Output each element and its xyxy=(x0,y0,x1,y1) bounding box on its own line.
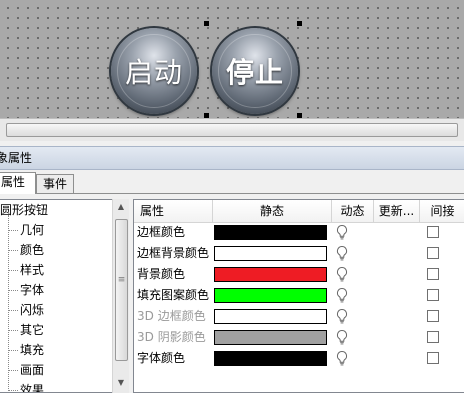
column-header-update[interactable]: 更新... xyxy=(374,200,420,222)
tree-vertical-scrollbar[interactable]: ▲ ≡ ▼ xyxy=(112,199,129,393)
start-round-button[interactable]: 启动 xyxy=(111,28,197,114)
tree-item[interactable]: 样式 xyxy=(7,260,45,280)
indirect-checkbox[interactable] xyxy=(427,226,439,238)
property-name: 3D 阴影颜色 xyxy=(137,330,206,344)
tree-item[interactable]: 画面 xyxy=(7,360,45,380)
property-name: 边框颜色 xyxy=(137,225,186,239)
tree-item-label: 颜色 xyxy=(20,243,45,257)
canvas-horizontal-scrollbar[interactable] xyxy=(0,118,464,141)
indirect-checkbox[interactable] xyxy=(427,331,439,343)
property-name: 边框背景颜色 xyxy=(137,246,210,260)
color-swatch[interactable] xyxy=(214,288,327,303)
column-header-label: 动态 xyxy=(340,204,365,218)
table-row[interactable]: 边框颜色 xyxy=(134,222,464,243)
tree-item-label: 几何 xyxy=(20,223,45,237)
selection-handle-top-right[interactable] xyxy=(297,21,302,26)
indirect-checkbox[interactable] xyxy=(427,289,439,301)
tree-item-label: 闪烁 xyxy=(20,303,45,317)
column-header-label: 属性 xyxy=(140,204,165,218)
scroll-down-arrow-icon[interactable]: ▼ xyxy=(113,376,129,390)
tree-root-round-button[interactable]: 圆形按钮 xyxy=(0,200,48,220)
tree-item[interactable]: 其它 xyxy=(7,320,45,340)
stop-button-label: 停止 xyxy=(225,56,284,89)
property-name: 背景颜色 xyxy=(137,267,186,281)
color-swatch[interactable] xyxy=(214,267,327,282)
property-name: 字体颜色 xyxy=(137,351,186,365)
tree-item[interactable]: 字体 xyxy=(7,280,45,300)
tree-item[interactable]: 闪烁 xyxy=(7,300,45,320)
tree-item-label: 字体 xyxy=(20,283,45,297)
tree-item[interactable]: 效果 xyxy=(7,380,45,393)
stop-round-button[interactable]: 停止 xyxy=(212,28,298,114)
table-row[interactable]: 3D 边框颜色 xyxy=(134,306,464,327)
tree-item-label: 效果 xyxy=(20,383,45,393)
column-header-label: 更新... xyxy=(378,204,415,218)
tree-item-label: 画面 xyxy=(20,363,45,377)
lightbulb-icon[interactable] xyxy=(335,245,349,262)
column-header-label: 间接 xyxy=(430,204,455,218)
property-name: 填充图案颜色 xyxy=(137,288,210,302)
table-row[interactable]: 边框背景颜色 xyxy=(134,243,464,264)
column-header-property[interactable]: 属性 xyxy=(134,200,213,222)
lightbulb-icon[interactable] xyxy=(335,350,349,367)
table-row[interactable]: 字体颜色 xyxy=(134,348,464,369)
tree-item-label: 样式 xyxy=(20,263,45,277)
selection-handle-top-left[interactable] xyxy=(204,21,209,26)
tab-events-label: 事件 xyxy=(43,177,68,191)
color-swatch[interactable] xyxy=(214,309,327,324)
indirect-checkbox[interactable] xyxy=(427,268,439,280)
property-tree[interactable]: 圆形按钮 几何颜色样式字体闪烁其它填充画面效果 xyxy=(0,199,129,393)
start-button-label: 启动 xyxy=(124,56,183,89)
tree-item[interactable]: 几何 xyxy=(7,220,45,240)
scrollbar-thumb[interactable] xyxy=(6,123,458,137)
color-swatch[interactable] xyxy=(214,246,327,261)
panel-title: 象属性 xyxy=(0,151,33,165)
table-row[interactable]: 填充图案颜色 xyxy=(134,285,464,306)
tree-connector xyxy=(8,215,9,392)
tab-properties[interactable]: 属性 xyxy=(0,172,36,194)
tree-item[interactable]: 填充 xyxy=(7,340,45,360)
tab-properties-label: 属性 xyxy=(1,175,26,189)
color-swatch[interactable] xyxy=(214,330,327,345)
grid-header: 属性 静态 动态 更新... 间接 xyxy=(134,200,464,223)
tree-item-label: 填充 xyxy=(20,343,45,357)
color-swatch[interactable] xyxy=(214,351,327,366)
scroll-up-arrow-icon[interactable]: ▲ xyxy=(113,200,129,214)
color-swatch[interactable] xyxy=(214,225,327,240)
design-canvas[interactable]: 启动 停止 xyxy=(0,0,464,118)
property-name: 3D 边框颜色 xyxy=(137,309,206,323)
object-properties-titlebar: 象属性 xyxy=(0,146,464,170)
lightbulb-icon[interactable] xyxy=(335,266,349,283)
column-header-label: 静态 xyxy=(259,204,284,218)
properties-tabs: 属性 事件 xyxy=(0,172,464,194)
lightbulb-icon[interactable] xyxy=(335,308,349,325)
column-header-static[interactable]: 静态 xyxy=(213,200,332,222)
tree-item-label: 其它 xyxy=(20,323,45,337)
tab-events[interactable]: 事件 xyxy=(36,174,75,193)
indirect-checkbox[interactable] xyxy=(427,310,439,322)
tree-root-label: 圆形按钮 xyxy=(0,203,49,217)
scrollbar-thumb[interactable]: ≡ xyxy=(115,219,128,361)
tree-item[interactable]: 颜色 xyxy=(7,240,45,260)
indirect-checkbox[interactable] xyxy=(427,247,439,259)
table-row[interactable]: 3D 阴影颜色 xyxy=(134,327,464,348)
property-grid: 属性 静态 动态 更新... 间接 边框颜色边框背景颜色 背景颜色填充图案颜色 3D… xyxy=(133,199,464,393)
table-row[interactable]: 背景颜色 xyxy=(134,264,464,285)
column-header-indirect[interactable]: 间接 xyxy=(420,200,464,222)
lightbulb-icon[interactable] xyxy=(335,329,349,346)
indirect-checkbox[interactable] xyxy=(427,352,439,364)
column-header-dynamic[interactable]: 动态 xyxy=(332,200,374,222)
lightbulb-icon[interactable] xyxy=(335,287,349,304)
lightbulb-icon[interactable] xyxy=(335,224,349,241)
